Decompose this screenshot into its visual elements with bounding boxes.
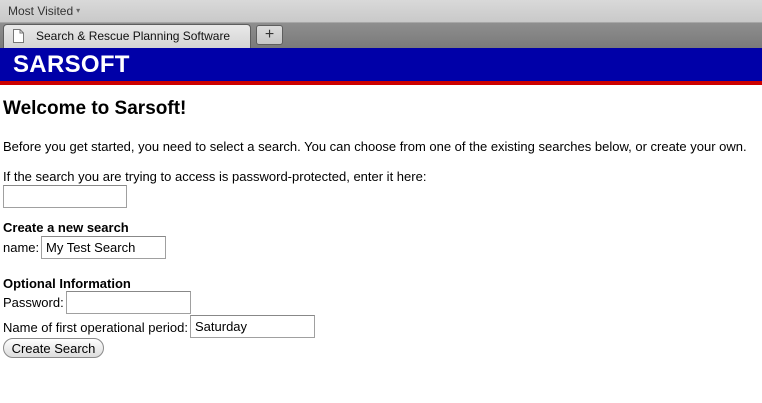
browser-tab[interactable]: Search & Rescue Planning Software (3, 24, 251, 48)
op-period-label: Name of first operational period: (3, 320, 188, 335)
bookmarks-bar: Most Visited ▾ (0, 0, 762, 23)
search-name-input[interactable] (41, 236, 166, 259)
password-prompt: If the search you are trying to access i… (3, 169, 427, 184)
most-visited-label: Most Visited (8, 4, 74, 18)
chevron-down-icon: ▾ (76, 6, 81, 15)
new-tab-button[interactable]: + (256, 25, 283, 45)
password-label: Password: (3, 295, 64, 310)
search-password-input[interactable] (66, 291, 191, 314)
create-search-button[interactable]: Create Search (3, 338, 104, 358)
site-header: SARSOFT (0, 48, 762, 85)
page-title: Welcome to Sarsoft! (3, 98, 187, 119)
create-search-heading: Create a new search (3, 220, 129, 235)
most-visited-menu[interactable]: Most Visited ▾ (8, 4, 80, 18)
tab-title: Search & Rescue Planning Software (36, 29, 231, 43)
intro-text: Before you get started, you need to sele… (3, 139, 747, 154)
optional-info-heading: Optional Information (3, 276, 131, 291)
site-logo[interactable]: SARSOFT (13, 51, 130, 79)
document-icon (13, 29, 24, 43)
access-password-input[interactable] (3, 185, 127, 208)
tab-strip: Search & Rescue Planning Software + (0, 23, 762, 48)
name-label: name: (3, 240, 40, 255)
op-period-input[interactable] (190, 315, 315, 338)
